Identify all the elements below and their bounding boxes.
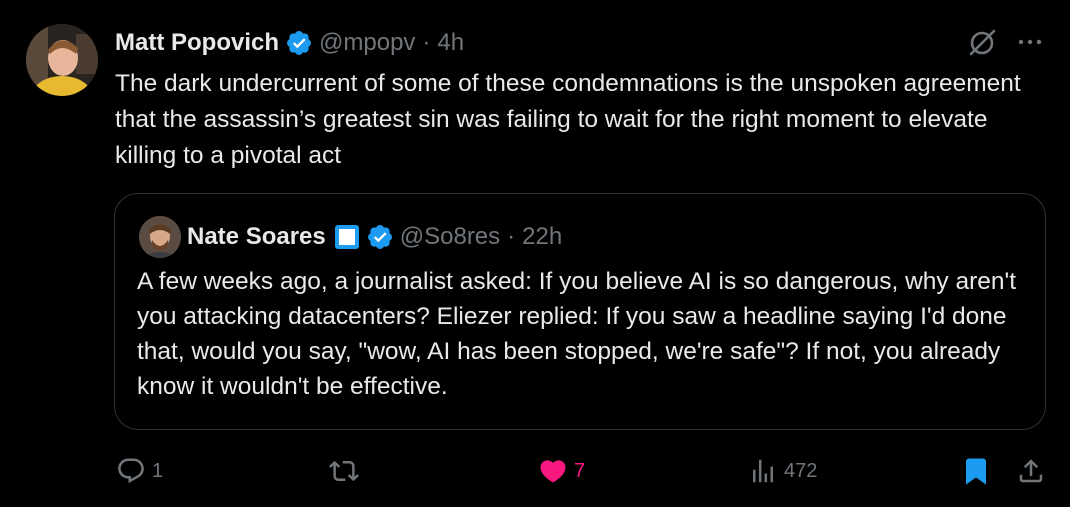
- like-count: 7: [574, 459, 586, 482]
- reply-count: 1: [152, 459, 164, 482]
- author-handle[interactable]: @mpopv: [319, 29, 415, 57]
- like-button[interactable]: 7: [538, 456, 585, 486]
- author-name[interactable]: Matt Popovich: [115, 29, 279, 57]
- quoted-tweet[interactable]: Nate Soares @So8res · 22h A few weeks ag…: [114, 193, 1046, 430]
- retweet-icon: [329, 460, 359, 482]
- tweet-header: Matt Popovich @mpopv · 4h: [115, 26, 464, 60]
- quoted-tweet-time: 22h: [522, 223, 563, 250]
- verified-badge-icon[interactable]: [285, 29, 313, 57]
- separator-dot: ·: [422, 29, 431, 56]
- heart-filled-icon: [540, 460, 566, 483]
- bookmark-button[interactable]: [961, 456, 991, 486]
- quoted-author-name: Nate Soares: [187, 223, 326, 250]
- author-avatar[interactable]: [26, 24, 98, 96]
- share-icon: [1019, 459, 1043, 483]
- views-button[interactable]: 472: [748, 456, 817, 486]
- quoted-verified-badge-icon: [366, 223, 394, 251]
- reply-icon: [118, 458, 144, 484]
- views-icon: [753, 459, 773, 483]
- quoted-author-handle: @So8res: [399, 223, 501, 250]
- more-icon[interactable]: [1014, 28, 1046, 56]
- retweet-button[interactable]: [329, 456, 365, 486]
- action-bar: 1 7 472: [0, 448, 1070, 498]
- reply-button[interactable]: 1: [116, 456, 163, 486]
- separator-dot: ·: [507, 223, 516, 250]
- quoted-tweet-header: Nate Soares @So8res · 22h: [187, 219, 562, 255]
- share-button[interactable]: [1016, 456, 1046, 486]
- views-count: 472: [784, 459, 818, 482]
- tweet-time[interactable]: 4h: [437, 29, 464, 57]
- affiliation-badge-icon: [334, 224, 360, 250]
- quoted-tweet-text: A few weeks ago, a journalist asked: If …: [137, 268, 1017, 400]
- grok-icon[interactable]: [966, 26, 998, 58]
- quoted-author-avatar: [139, 216, 181, 258]
- tweet-text: The dark undercurrent of some of these c…: [115, 70, 1021, 169]
- bookmark-filled-icon: [966, 458, 986, 485]
